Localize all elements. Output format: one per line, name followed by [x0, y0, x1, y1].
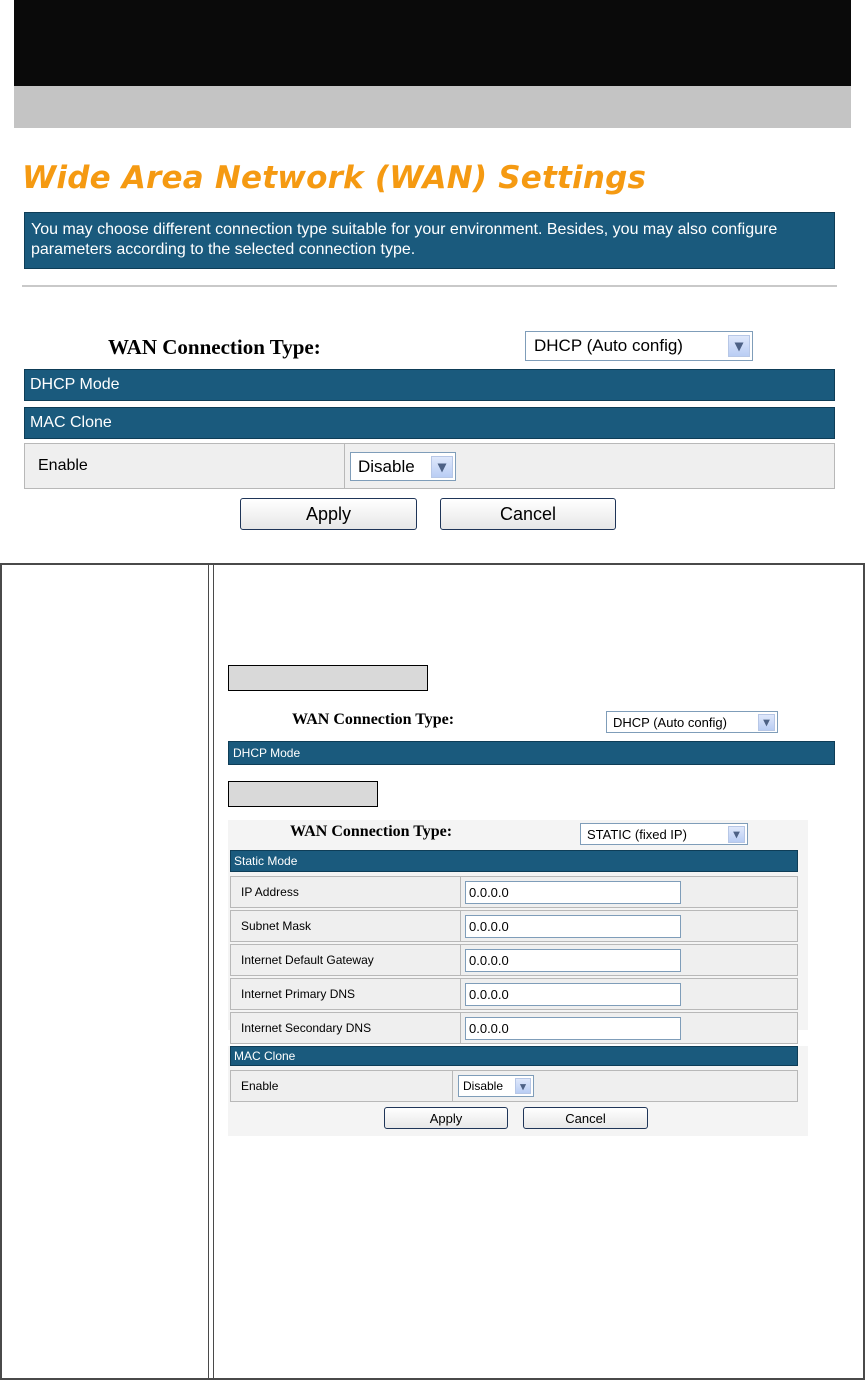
top-banner	[14, 0, 851, 86]
static-apply-button[interactable]: Apply	[384, 1107, 508, 1129]
static-field-label: Subnet Mask	[231, 911, 461, 941]
chevron-down-icon[interactable]: ▾	[728, 335, 750, 357]
static-mac-clone-header: MAC Clone	[230, 1046, 798, 1066]
static-enable-select[interactable]: Disable ▾	[458, 1075, 534, 1097]
wan-connection-type-value: DHCP (Auto config)	[534, 336, 683, 355]
static-cancel-button[interactable]: Cancel	[523, 1107, 648, 1129]
static-example-connection-type-value: STATIC (fixed IP)	[587, 826, 687, 842]
doc-table-column-divider	[208, 565, 214, 1378]
mac-clone-enable-select[interactable]: Disable ▾	[350, 452, 456, 481]
static-mode-header: Static Mode	[230, 850, 798, 872]
static-example-connection-type-select[interactable]: STATIC (fixed IP) ▾	[580, 823, 748, 845]
dhcp-mode-header: DHCP Mode	[24, 369, 835, 401]
static-enable-value: Disable	[463, 1079, 504, 1093]
static-enable-label: Enable	[231, 1071, 453, 1101]
static-field-label: Internet Default Gateway	[231, 945, 461, 975]
default-gateway-input[interactable]: 0.0.0.0	[465, 949, 681, 972]
dhcp-example-connection-type-label: WAN Connection Type:	[292, 711, 455, 728]
example-label-box	[228, 665, 428, 691]
divider	[22, 285, 837, 287]
secondary-dns-input[interactable]: 0.0.0.0	[465, 1017, 681, 1040]
dhcp-example-connection-type-value: DHCP (Auto config)	[613, 714, 727, 730]
dhcp-example-connection-type-select[interactable]: DHCP (Auto config) ▾	[606, 711, 778, 733]
example-label-box	[228, 781, 378, 807]
chevron-down-icon[interactable]: ▾	[758, 713, 775, 731]
static-field-label: IP Address	[231, 877, 461, 907]
chevron-down-icon[interactable]: ▾	[728, 825, 745, 843]
static-field-label: Internet Secondary DNS	[231, 1013, 461, 1043]
page-title: Wide Area Network (WAN) Settings	[22, 160, 647, 196]
enable-label: Enable	[25, 444, 345, 488]
wan-connection-type-label: WAN Connection Type:	[108, 335, 321, 359]
menu-bar	[14, 86, 851, 128]
static-example-connection-type-label: WAN Connection Type:	[290, 823, 453, 840]
mac-clone-header: MAC Clone	[24, 407, 835, 439]
subnet-mask-input[interactable]: 0.0.0.0	[465, 915, 681, 938]
apply-button[interactable]: Apply	[240, 498, 417, 530]
chevron-down-icon[interactable]: ▾	[431, 455, 453, 478]
page-description: You may choose different connection type…	[24, 212, 835, 269]
ip-address-input[interactable]: 0.0.0.0	[465, 881, 681, 904]
wan-connection-type-select[interactable]: DHCP (Auto config) ▾	[525, 331, 753, 361]
primary-dns-input[interactable]: 0.0.0.0	[465, 983, 681, 1006]
cancel-button[interactable]: Cancel	[440, 498, 616, 530]
static-field-label: Internet Primary DNS	[231, 979, 461, 1009]
enable-value: Disable	[358, 456, 415, 476]
chevron-down-icon[interactable]: ▾	[515, 1078, 531, 1094]
dhcp-example-mode-header: DHCP Mode	[228, 741, 835, 765]
